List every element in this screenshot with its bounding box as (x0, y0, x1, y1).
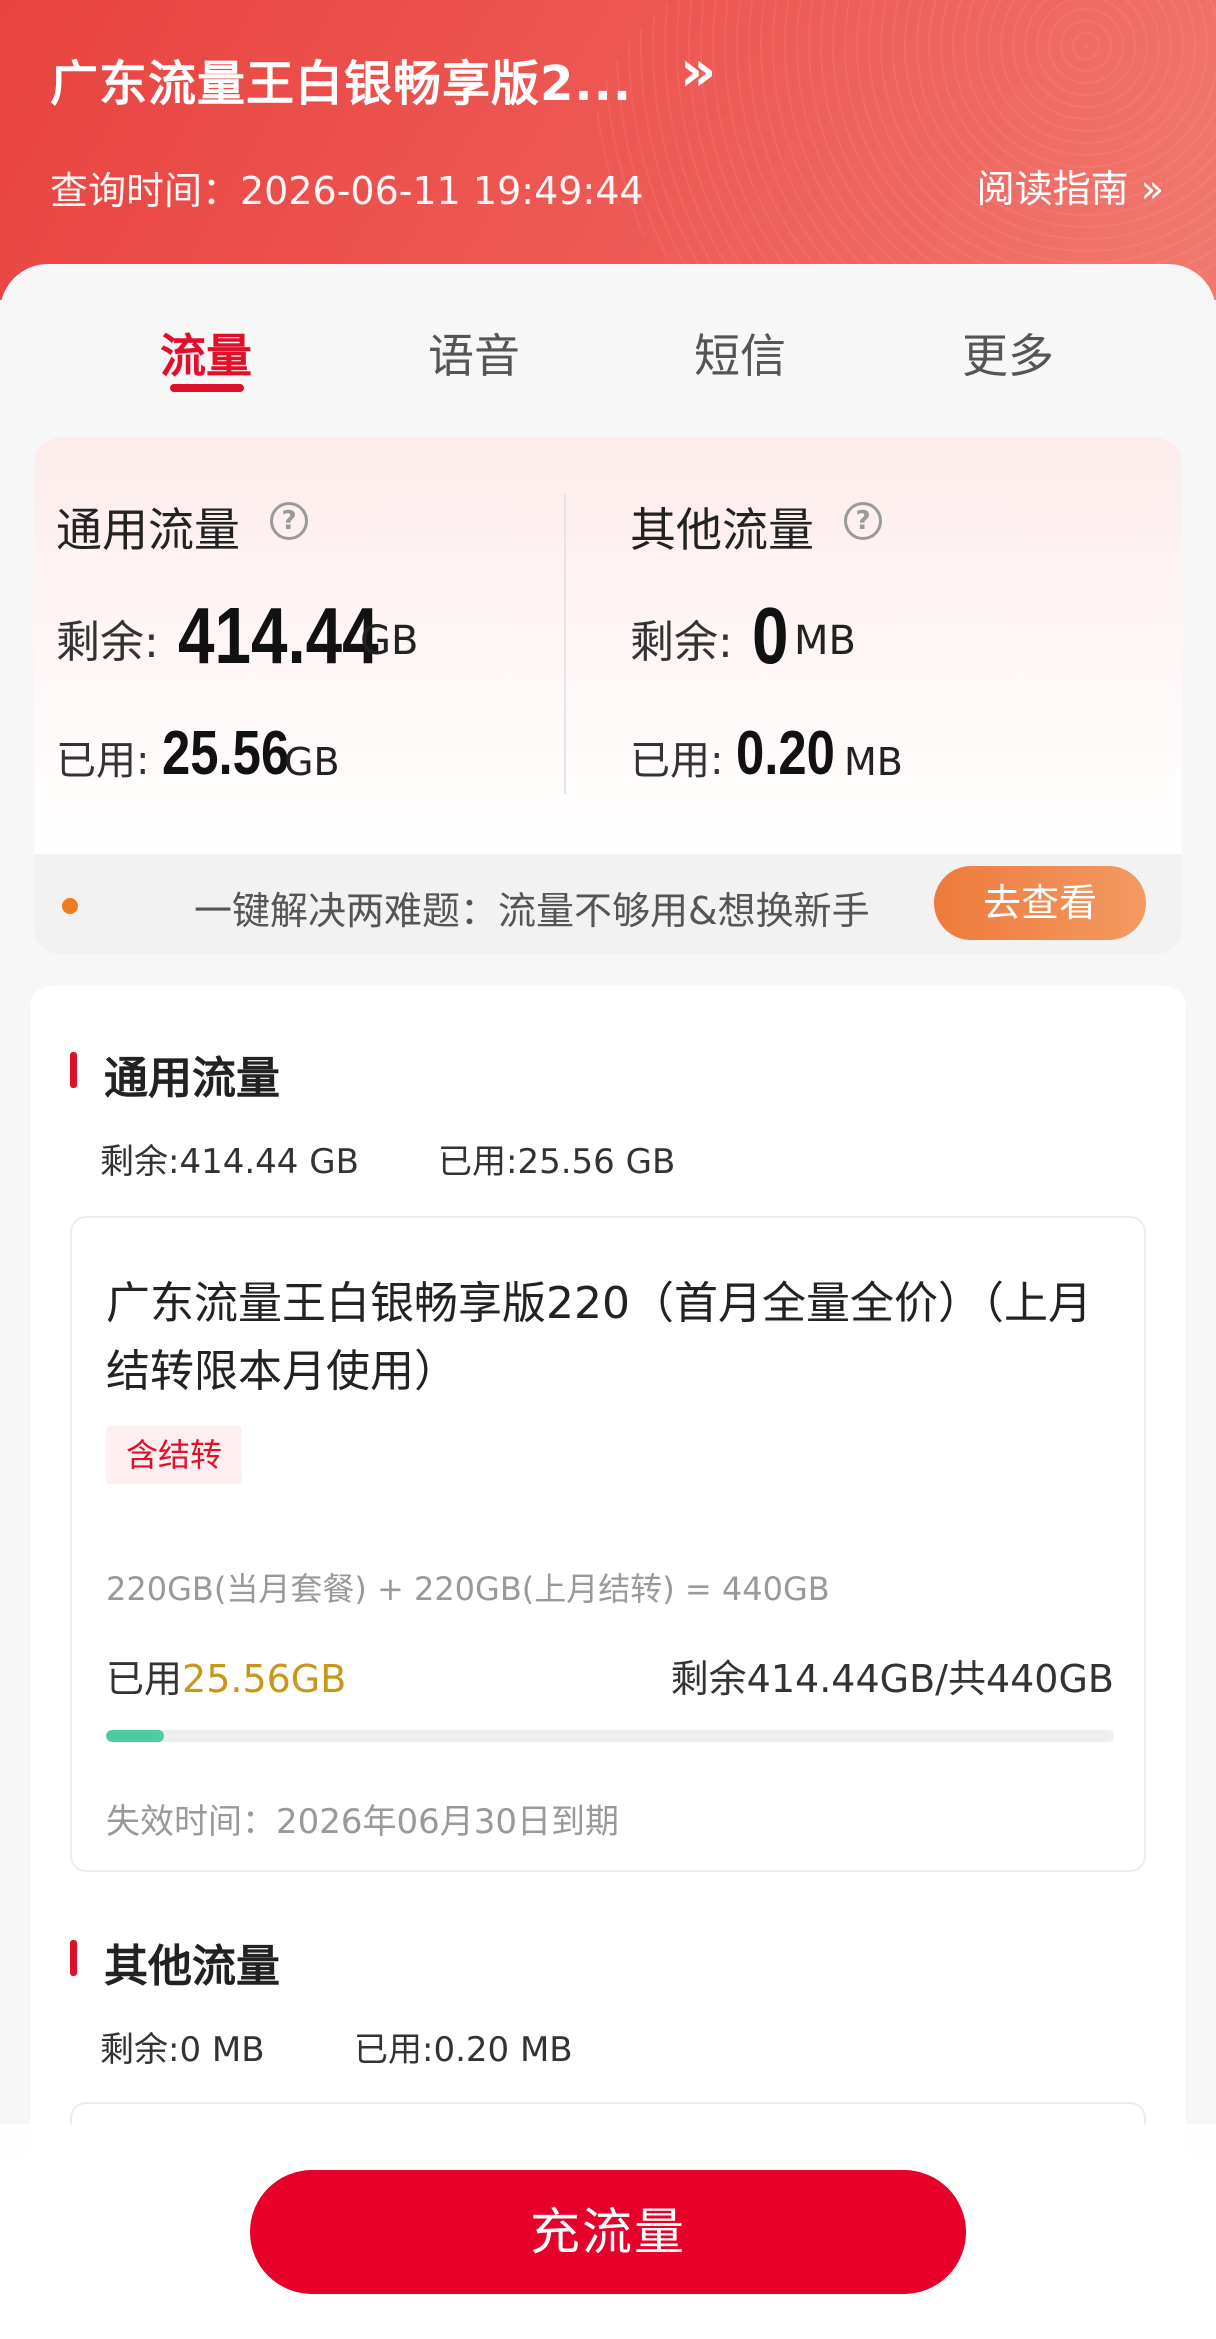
double-chevron-right-icon[interactable]: » (680, 40, 716, 104)
other-used-value: 0.20 (736, 719, 835, 788)
used-label: 已用 (106, 1657, 183, 1701)
other-remain-value: 0 (752, 591, 789, 680)
expire-time: 失效时间：2026年06月30日到期 (106, 1802, 620, 1842)
other-section-remain: 剩余:0 MB (100, 2030, 265, 2070)
section-marker (70, 1052, 77, 1088)
help-icon[interactable]: ? (270, 502, 308, 540)
package-formula: 220GB(当月套餐) + 220GB(上月结转) = 440GB (106, 1570, 830, 1608)
reading-guide-link[interactable]: 阅读指南 » (977, 158, 1164, 213)
package-name: 广东流量王白银畅享版220（首月全量全价）（上月结转限本月使用） (106, 1278, 1092, 1397)
general-section-remain: 剩余:414.44 GB (100, 1142, 359, 1182)
notice-text[interactable]: 一键解决两难题：流量不够用&想换新手 (194, 880, 934, 935)
general-remain-value: 414.44 (178, 591, 379, 680)
package-used: 已用25.56GB (106, 1648, 346, 1703)
view-button[interactable]: 去查看 (934, 866, 1146, 940)
general-section-title: 通用流量 (104, 1053, 280, 1104)
plan-title[interactable]: 广东流量王白银畅享版2... (50, 44, 632, 114)
other-data-summary: 其他流量 ? 剩余: 0 MB 已用: 0.20 MB (608, 438, 1168, 858)
other-used-unit: MB (844, 740, 903, 784)
header: 广东流量王白银畅享版2... » 查询时间：2026-06-11 19:49:4… (0, 0, 1216, 300)
remain-label: 剩余: (630, 617, 733, 668)
general-section-used: 已用:25.56 GB (438, 1142, 676, 1182)
used-label: 已用: (630, 738, 724, 784)
used-amount: 25.56GB (182, 1657, 347, 1701)
query-time: 查询时间：2026-06-11 19:49:44 (50, 169, 644, 213)
tab-data[interactable]: 流量 (106, 320, 306, 386)
other-data-title: 其他流量 (630, 503, 814, 557)
usage-progress-fill (106, 1730, 165, 1742)
used-label: 已用: (56, 738, 150, 784)
recharge-data-button[interactable]: 充流量 (250, 2170, 966, 2294)
package-card[interactable]: 广东流量王白银畅享版220（首月全量全价）（上月结转限本月使用） 含结转 220… (70, 1216, 1146, 1872)
remain-label: 剩余: (56, 617, 159, 668)
general-used-unit: GB (284, 740, 340, 784)
carryover-badge: 含结转 (106, 1426, 243, 1484)
promo-notice: 一键解决两难题：流量不够用&想换新手 去查看 (34, 854, 1182, 954)
tab-sms[interactable]: 短信 (640, 320, 840, 386)
summary-divider (564, 494, 566, 794)
tab-voice[interactable]: 语音 (374, 320, 574, 386)
tab-more[interactable]: 更多 (908, 320, 1108, 386)
general-used-value: 25.56 (162, 719, 290, 788)
usage-progress-bar (106, 1730, 1114, 1742)
general-data-summary: 通用流量 ? 剩余: 414.44 GB 已用: 25.56 GB (34, 438, 594, 858)
section-marker (70, 1940, 77, 1976)
tab-active-indicator (170, 384, 244, 392)
package-remain: 剩余414.44GB/共440GB (670, 1657, 1114, 1701)
general-data-title: 通用流量 (56, 503, 240, 557)
other-section-used: 已用:0.20 MB (354, 2030, 573, 2070)
general-remain-unit: GB (360, 618, 419, 664)
usage-summary-card: 通用流量 ? 剩余: 414.44 GB 已用: 25.56 GB 其他流量 ?… (34, 438, 1182, 954)
other-section-title: 其他流量 (104, 1941, 280, 1992)
other-remain-unit: MB (794, 618, 856, 664)
help-icon[interactable]: ? (844, 502, 882, 540)
notice-dot-icon (62, 898, 78, 914)
